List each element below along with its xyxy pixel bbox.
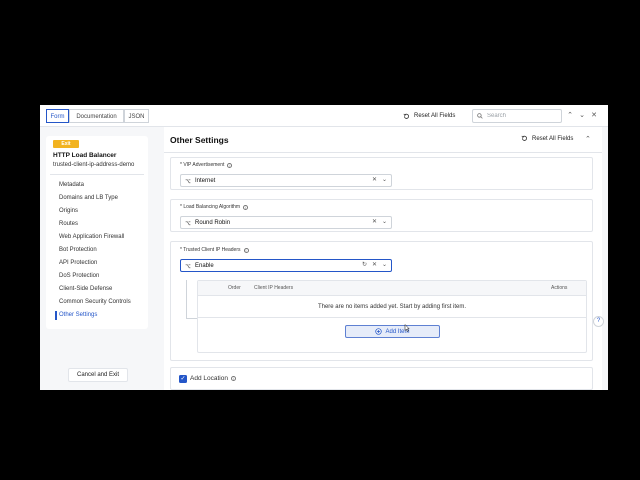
- clear-icon[interactable]: ✕: [372, 260, 377, 271]
- search-box[interactable]: [472, 109, 562, 123]
- reset-all-label: Reset All Fields: [414, 113, 456, 119]
- chevron-up-icon[interactable]: ⌃: [564, 109, 576, 123]
- sidebar-item-waf[interactable]: Web Application Firewall: [46, 231, 148, 244]
- reset-all-fields-button[interactable]: Reset All Fields: [403, 109, 455, 123]
- vip-advertisement-card: * VIP Advertisement i Internet ✕ ⌄: [170, 157, 593, 190]
- sidebar-item-dos-protection[interactable]: DoS Protection: [46, 270, 148, 283]
- trusted-client-ip-select[interactable]: Enable ↻ ✕ ⌄: [180, 259, 392, 272]
- sidebar-item-origins[interactable]: Origins: [46, 205, 148, 218]
- refresh-icon[interactable]: ↻: [362, 260, 367, 271]
- lb-algorithm-value: Round Robin: [195, 219, 231, 226]
- info-icon[interactable]: i: [230, 376, 236, 381]
- lb-algorithm-card: * Load Balancing Algorithm i Round Robin…: [170, 199, 593, 232]
- header-divider: [164, 152, 602, 153]
- lb-algorithm-select[interactable]: Round Robin ✕ ⌄: [180, 216, 392, 229]
- close-icon[interactable]: ✕: [588, 109, 600, 123]
- chevron-down-icon[interactable]: ⌄: [382, 260, 387, 271]
- add-location-label: Add Location i: [190, 375, 236, 382]
- vip-advertisement-label: * VIP Advertisement i: [180, 162, 233, 168]
- sidebar-item-client-side-defense[interactable]: Client-Side Defense: [46, 283, 148, 296]
- sidebar-item-routes[interactable]: Routes: [46, 218, 148, 231]
- top-toolbar: Form Documentation JSON Reset All Fields…: [40, 105, 608, 127]
- object-type-title: HTTP Load Balancer: [53, 152, 117, 159]
- search-icon: [477, 113, 483, 119]
- sidebar-item-api-protection[interactable]: API Protection: [46, 257, 148, 270]
- sidebar-item-metadata[interactable]: Metadata: [46, 179, 148, 192]
- column-order: Order: [228, 285, 241, 291]
- sidebar-item-other-settings[interactable]: Other Settings: [46, 309, 148, 322]
- vip-advertisement-label-text: * VIP Advertisement: [180, 162, 225, 168]
- lb-algorithm-label: * Load Balancing Algorithm i: [180, 204, 249, 210]
- collapse-chevron-icon[interactable]: ⌃: [585, 135, 591, 143]
- choice-icon: [185, 263, 191, 268]
- empty-table-message: There are no items added yet. Start by a…: [198, 296, 586, 318]
- chevron-down-icon[interactable]: ⌄: [382, 217, 387, 228]
- sidebar-item-bot-protection[interactable]: Bot Protection: [46, 244, 148, 257]
- plus-circle-icon: [375, 328, 383, 335]
- section-reset-all-button[interactable]: Reset All Fields: [521, 135, 573, 142]
- add-item-button[interactable]: Add Item: [345, 325, 440, 338]
- tree-connector: [186, 318, 197, 319]
- add-location-checkbox[interactable]: ✓: [179, 375, 187, 383]
- table-header-row: Order Client IP Headers Actions: [198, 281, 586, 296]
- page-title: Other Settings: [170, 135, 229, 145]
- reset-icon: [403, 113, 409, 119]
- trusted-client-ip-card: * Trusted Client IP Headers i Enable ↻ ✕…: [170, 241, 593, 361]
- info-icon[interactable]: i: [243, 204, 249, 210]
- trusted-client-ip-value: Enable: [195, 262, 214, 269]
- sidebar-item-domains-lb-type[interactable]: Domains and LB Type: [46, 192, 148, 205]
- info-icon[interactable]: i: [243, 247, 249, 253]
- lb-algorithm-label-text: * Load Balancing Algorithm: [180, 204, 241, 210]
- chevron-down-icon[interactable]: ⌄: [576, 109, 588, 123]
- vip-advertisement-select[interactable]: Internet ✕ ⌄: [180, 174, 392, 187]
- tab-json[interactable]: JSON: [124, 109, 149, 123]
- cancel-and-exit-button[interactable]: Cancel and Exit: [68, 368, 128, 382]
- section-reset-label: Reset All Fields: [532, 135, 574, 142]
- column-client-ip-headers: Client IP Headers: [254, 285, 294, 291]
- mouse-cursor-icon: [404, 324, 410, 332]
- tree-connector: [186, 280, 187, 318]
- choice-icon: [185, 178, 191, 183]
- chevron-down-icon[interactable]: ⌄: [382, 175, 387, 186]
- object-name: trusted-client-ip-address-demo: [53, 162, 135, 168]
- sidebar-item-common-security-controls[interactable]: Common Security Controls: [46, 296, 148, 309]
- trusted-client-ip-label: * Trusted Client IP Headers i: [180, 247, 249, 253]
- tab-form[interactable]: Form: [46, 109, 69, 123]
- client-ip-headers-table: Order Client IP Headers Actions There ar…: [197, 280, 587, 353]
- sidebar-panel: Exit HTTP Load Balancer trusted-client-i…: [46, 136, 148, 329]
- reset-icon: [521, 135, 527, 141]
- clear-icon[interactable]: ✕: [372, 217, 377, 228]
- tab-documentation[interactable]: Documentation: [69, 109, 124, 123]
- choice-icon: [185, 220, 191, 225]
- app-window: Form Documentation JSON Reset All Fields…: [40, 105, 608, 390]
- trusted-client-ip-label-text: * Trusted Client IP Headers: [180, 247, 241, 253]
- vip-advertisement-value: Internet: [195, 177, 216, 184]
- main-panel: Other Settings Reset All Fields ⌃ * VIP …: [164, 127, 602, 390]
- column-actions: Actions: [551, 285, 568, 291]
- sidebar-divider: [50, 174, 144, 175]
- sidebar-menu: Metadata Domains and LB Type Origins Rou…: [46, 179, 148, 322]
- info-icon[interactable]: i: [227, 162, 233, 168]
- clear-icon[interactable]: ✕: [372, 175, 377, 186]
- exit-badge[interactable]: Exit: [53, 140, 79, 148]
- add-location-label-text: Add Location: [190, 375, 228, 382]
- search-input[interactable]: [487, 113, 557, 119]
- help-icon[interactable]: ?: [593, 316, 604, 327]
- add-location-card: ✓ Add Location i: [170, 367, 593, 390]
